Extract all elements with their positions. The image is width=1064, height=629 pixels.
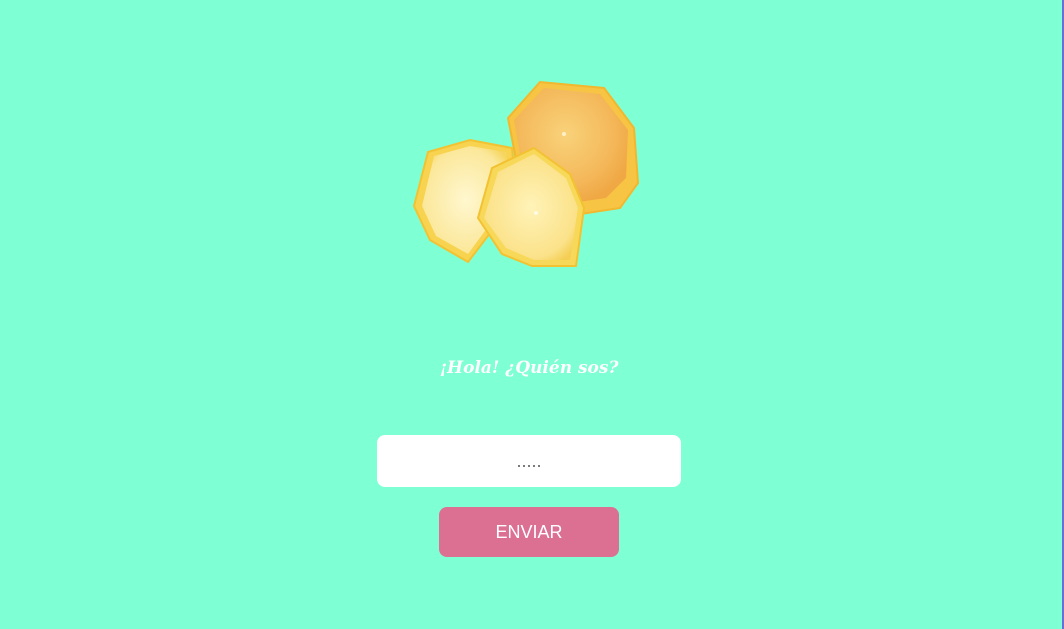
lemon-slices-image [412,80,640,267]
greeting-heading: ¡Hola! ¿Quién sos? [439,358,619,378]
page: ¡Hola! ¿Quién sos? ENVIAR [0,0,1064,629]
send-button[interactable]: ENVIAR [439,507,619,557]
name-input[interactable] [377,435,681,487]
